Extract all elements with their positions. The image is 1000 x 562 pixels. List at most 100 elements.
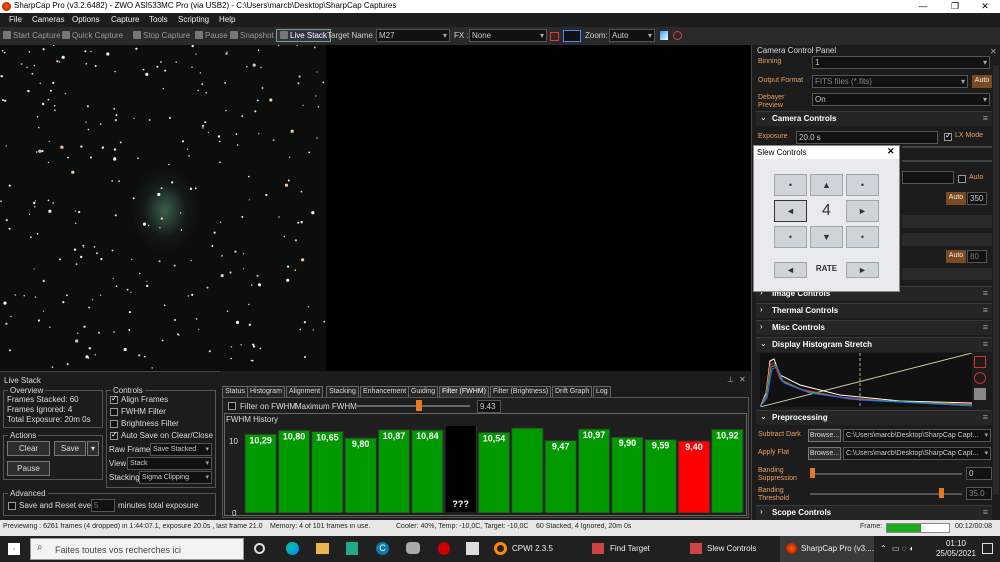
pin-icon[interactable]: ⊥	[727, 375, 734, 384]
view-select[interactable]: Stack	[127, 457, 212, 470]
output-format-select[interactable]: FITS files (*.fits)	[812, 75, 968, 88]
taskbar-app-slew-controls[interactable]: Slew Controls	[707, 544, 756, 553]
tray-icons[interactable]: ▭ ◌ ◖	[892, 544, 914, 553]
output-auto-button[interactable]: Auto	[972, 75, 992, 88]
pause-stack-button[interactable]: Pause	[7, 461, 50, 476]
slew-south-button[interactable]: ▼	[810, 226, 843, 248]
app-icon-c[interactable]: C	[376, 542, 389, 555]
menu-icon[interactable]: ≡	[983, 412, 988, 422]
zoom-icon[interactable]	[673, 31, 682, 40]
section-camera-controls[interactable]: ⌄ Camera Controls ≡	[756, 111, 992, 126]
tray-chevron-icon[interactable]: ⌃	[880, 544, 887, 553]
menu-help[interactable]: Help	[219, 15, 235, 24]
slew-se-button[interactable]: •	[846, 226, 879, 248]
menu-icon[interactable]: ≡	[983, 322, 988, 332]
save-dropdown-icon[interactable]: ▾	[87, 441, 99, 456]
menu-capture[interactable]: Capture	[111, 15, 139, 24]
menu-icon[interactable]: ≡	[983, 113, 988, 123]
notification-icon[interactable]	[982, 543, 993, 554]
slew-north-button[interactable]: ▲	[810, 174, 843, 196]
snapshot-button[interactable]: Snapshot	[230, 31, 274, 40]
max-fwhm-value[interactable]: 9.43	[477, 400, 501, 413]
edge-icon[interactable]	[286, 542, 299, 555]
zoom-select[interactable]: Auto	[609, 29, 655, 42]
binning-select[interactable]: 1	[812, 56, 990, 69]
auto-button-b[interactable]: Auto	[946, 192, 966, 205]
clear-button[interactable]: Clear	[7, 441, 50, 456]
tab-status[interactable]: Status	[222, 386, 248, 397]
section-misc-controls[interactable]: › Misc Controls ≡	[756, 320, 992, 335]
save-button[interactable]: Save	[54, 441, 86, 456]
flat-path-select[interactable]: C:\Users\marcb\Desktop\SharpCap Capt...	[843, 447, 991, 460]
menu-icon[interactable]: ≡	[983, 288, 988, 298]
section-display-histogram[interactable]: ⌄ Display Histogram Stretch ≡	[756, 337, 992, 352]
stacking-select[interactable]: Sigma Clipping	[139, 471, 212, 484]
image-viewport[interactable]	[0, 45, 751, 371]
panel-scrollbar[interactable]	[993, 65, 999, 495]
browse-dark-button[interactable]: Browse...	[808, 429, 841, 442]
banding-threshold-value[interactable]: 35.0	[966, 487, 992, 500]
taskbar-app-cpwi[interactable]: CPWI 2.3.5	[512, 544, 553, 553]
brightness-filter-checkbox[interactable]	[110, 420, 118, 428]
fx-select[interactable]: None	[469, 29, 547, 42]
tab-log[interactable]: Log	[593, 386, 611, 397]
crosshair-icon[interactable]	[550, 32, 559, 41]
debayer-select[interactable]: On	[812, 93, 990, 106]
menu-icon[interactable]: ≡	[983, 507, 988, 517]
app-icon-green[interactable]	[346, 542, 358, 555]
close-stack-icon[interactable]: ✕	[739, 375, 746, 384]
value-input-c[interactable]: 80	[967, 250, 987, 263]
menu-tools[interactable]: Tools	[149, 15, 168, 24]
exposure-input[interactable]: 20.0 s	[796, 131, 938, 144]
align-frames-checkbox[interactable]	[110, 394, 118, 404]
menu-icon[interactable]: ≡	[983, 339, 988, 349]
banding-suppression-value[interactable]: 0	[966, 467, 992, 480]
menu-scripting[interactable]: Scripting	[178, 15, 209, 24]
find-target-icon[interactable]	[592, 543, 604, 554]
raw-frames-select[interactable]: Save Stacked	[150, 443, 212, 456]
slew-west-button[interactable]: ◄	[774, 200, 807, 222]
auto-checkbox-a[interactable]	[958, 175, 966, 183]
dark-path-select[interactable]: C:\Users\marcb\Desktop\SharpCap Capt...	[843, 429, 991, 442]
stretch-icon[interactable]	[974, 356, 986, 368]
quick-capture-button[interactable]: Quick Capture	[62, 31, 123, 40]
slew-east-button[interactable]: ►	[846, 200, 879, 222]
tab-filter-brightness[interactable]: Filter (Brightness)	[490, 386, 552, 397]
live-stack-button[interactable]: Live Stack	[276, 29, 331, 42]
windows-start-icon[interactable]	[8, 543, 20, 555]
menu-icon[interactable]: ≡	[983, 305, 988, 315]
banding-threshold-slider[interactable]	[939, 488, 944, 498]
app-icon-red[interactable]	[438, 542, 450, 555]
tab-drift-graph[interactable]: Drift Graph	[552, 386, 593, 397]
section-thermal-controls[interactable]: › Thermal Controls ≡	[756, 303, 992, 318]
slew-close-button[interactable]: ✕	[887, 146, 895, 157]
start-capture-button[interactable]: Start Capture	[3, 31, 61, 40]
stop-capture-button[interactable]: Stop Capture	[133, 31, 190, 40]
save-icon[interactable]	[974, 388, 986, 400]
filter-on-fwhm-checkbox[interactable]	[228, 402, 236, 410]
minimize-button[interactable]: —	[908, 0, 938, 13]
panel-close-icon[interactable]: ✕	[990, 47, 997, 56]
tab-alignment[interactable]: Alignment	[286, 386, 324, 397]
app-icon-star[interactable]	[466, 542, 479, 555]
save-reset-checkbox[interactable]	[8, 502, 16, 510]
rate-decrease-button[interactable]: ◄	[774, 262, 807, 278]
tab-histogram[interactable]: Histogram	[247, 386, 285, 397]
fwhm-filter-checkbox[interactable]	[110, 408, 118, 416]
taskbar-app-find-target[interactable]: Find Target	[610, 544, 650, 553]
tab-enhancement[interactable]: Enhancement	[360, 386, 410, 397]
app-icon-disk[interactable]	[406, 542, 420, 554]
tab-stacking[interactable]: Stacking	[326, 386, 359, 397]
cpwi-icon[interactable]	[494, 542, 507, 555]
tab-filter-fwhm[interactable]: Filter (FWHM)	[439, 386, 489, 397]
save-reset-stepper[interactable]: 5	[91, 499, 115, 512]
slew-nw-button[interactable]: •	[774, 174, 807, 196]
reset-icon[interactable]	[974, 372, 986, 384]
auto-save-checkbox[interactable]	[110, 430, 118, 440]
color-picker-icon[interactable]	[563, 30, 581, 42]
maximize-button[interactable]: ❐	[940, 0, 970, 13]
close-button[interactable]: ✕	[970, 0, 1000, 13]
task-view-icon[interactable]	[254, 543, 265, 554]
target-name-select[interactable]: M27	[376, 29, 450, 42]
menu-file[interactable]: File	[9, 15, 22, 24]
